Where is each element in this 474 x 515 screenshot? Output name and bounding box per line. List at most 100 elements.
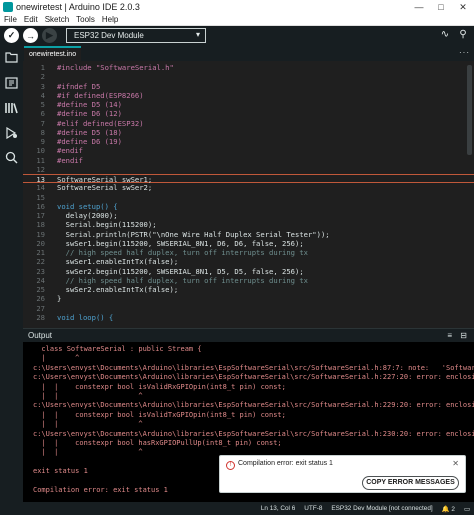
line-number: 12 bbox=[36, 164, 45, 174]
output-line: c:\Users\envyst\Documents\Arduino\librar… bbox=[33, 401, 474, 410]
code-editor[interactable]: 1 #include "SoftwareSerial.h" 2 3 #ifndef D5… bbox=[23, 61, 474, 328]
editor-scrollbar[interactable] bbox=[467, 65, 472, 155]
code-line[interactable]: 4 #if defined(ESP8266) bbox=[23, 91, 474, 100]
tab-onewiretest[interactable]: onewiretest.ino bbox=[24, 46, 82, 61]
code-text: #define D6 (19) bbox=[57, 137, 122, 146]
code-line[interactable]: 26} bbox=[23, 294, 474, 303]
serial-monitor-icon[interactable]: ⚲ bbox=[456, 28, 470, 42]
sketchbook-folder-icon[interactable] bbox=[0, 45, 23, 70]
boards-manager-icon[interactable] bbox=[0, 70, 23, 95]
code-line[interactable]: 14 SoftwareSerial swSer2; bbox=[23, 183, 474, 192]
line-number: 3 bbox=[40, 81, 45, 91]
chevron-down-icon: ▾ bbox=[195, 30, 200, 39]
code-text: delay(2000); bbox=[57, 211, 118, 220]
code-line[interactable]: 13 SoftwareSerial swSer1; bbox=[23, 174, 474, 184]
line-number: 5 bbox=[40, 100, 45, 109]
code-line[interactable]: 27 bbox=[23, 304, 474, 313]
menu-bar: File Edit Sketch Tools Help bbox=[0, 14, 474, 26]
code-line[interactable]: 15 bbox=[23, 193, 474, 202]
more-tabs-icon[interactable]: ··· bbox=[459, 48, 470, 57]
code-line[interactable]: 7 #elif defined(ESP32) bbox=[23, 119, 474, 128]
output-line: | | ^ bbox=[33, 448, 143, 457]
activity-sidebar bbox=[0, 45, 23, 502]
code-line[interactable]: 25 swSer2.enableIntTx(false); bbox=[23, 285, 474, 294]
line-number: 23 bbox=[36, 266, 45, 276]
code-line[interactable]: 16 void setup() { bbox=[23, 202, 474, 211]
code-text: #if defined(ESP8266) bbox=[57, 90, 144, 100]
close-window-button[interactable]: ✕ bbox=[452, 0, 474, 14]
debug-icon[interactable] bbox=[0, 120, 23, 145]
line-number: 8 bbox=[40, 127, 45, 137]
cursor-position: Ln 13, Col 6 bbox=[260, 505, 296, 512]
output-line: c:\Users\envyst\Documents\Arduino\librar… bbox=[33, 429, 474, 438]
upload-button[interactable]: → bbox=[23, 28, 38, 43]
close-notification-button[interactable]: ✕ bbox=[452, 459, 459, 468]
output-line: class SoftwareSerial : public Stream { bbox=[33, 345, 202, 353]
code-line[interactable]: 24 // high speed half duplex, turn off i… bbox=[23, 276, 474, 285]
line-number: 18 bbox=[36, 220, 45, 230]
code-text: #endif bbox=[57, 155, 83, 165]
code-text: // high speed half duplex, turn off inte… bbox=[57, 248, 308, 257]
code-line[interactable]: 23 swSer2.begin(115200, SWSERIAL_8N1, D5… bbox=[23, 267, 474, 276]
code-text: #ifndef D5 bbox=[57, 81, 101, 91]
code-line[interactable]: 17 delay(2000); bbox=[23, 211, 474, 220]
code-line[interactable]: 11 #endif bbox=[23, 156, 474, 165]
code-line[interactable]: 20 swSer1.begin(115200, SWSERIAL_8N1, D6… bbox=[23, 239, 474, 248]
library-manager-icon[interactable] bbox=[0, 95, 23, 120]
title-bar: onewiretest | Arduino IDE 2.0.3 — □ ✕ bbox=[0, 0, 474, 14]
line-number: 14 bbox=[36, 183, 45, 193]
minimize-button[interactable]: — bbox=[408, 0, 430, 14]
code-text: void loop() { bbox=[57, 312, 114, 322]
code-text: SoftwareSerial swSer2; bbox=[57, 183, 153, 193]
code-line[interactable]: 8 #define D5 (18) bbox=[23, 128, 474, 137]
menu-file[interactable]: File bbox=[4, 15, 17, 24]
code-line[interactable]: 19 Serial.println(PSTR("\nOne Wire Half … bbox=[23, 230, 474, 239]
code-text: #define D5 (18) bbox=[57, 127, 122, 137]
line-number: 19 bbox=[36, 229, 45, 239]
window-title: onewiretest | Arduino IDE 2.0.3 bbox=[16, 2, 140, 12]
menu-tools[interactable]: Tools bbox=[76, 15, 95, 24]
menu-help[interactable]: Help bbox=[102, 15, 118, 24]
code-line[interactable]: 12 bbox=[23, 165, 474, 174]
line-number: 24 bbox=[36, 275, 45, 285]
search-icon[interactable] bbox=[0, 145, 23, 170]
line-number: 9 bbox=[40, 137, 45, 146]
line-number: 26 bbox=[36, 294, 45, 304]
code-line[interactable]: 5 #define D5 (14) bbox=[23, 100, 474, 109]
board-status[interactable]: ESP32 Dev Module [not connected] bbox=[331, 505, 432, 512]
notification-message: Compilation error: exit status 1 bbox=[238, 460, 333, 467]
code-line[interactable]: 18 Serial.begin(115200); bbox=[23, 220, 474, 229]
notifications-bell-icon[interactable]: 🔔 2 bbox=[442, 505, 455, 513]
code-line[interactable]: 22 swSer1.enableIntTx(false); bbox=[23, 257, 474, 266]
compilation-error-notification: ! Compilation error: exit status 1 ✕ COP… bbox=[219, 455, 466, 493]
debug-button[interactable]: ▶ bbox=[42, 28, 57, 43]
code-line[interactable]: 6 #define D6 (12) bbox=[23, 109, 474, 118]
output-line: c:\Users\envyst\Documents\Arduino\librar… bbox=[33, 363, 474, 372]
line-number: 6 bbox=[40, 109, 45, 119]
code-line[interactable]: 3 #ifndef D5 bbox=[23, 82, 474, 91]
output-line: | | ^ bbox=[33, 420, 143, 429]
code-line[interactable]: 21 // high speed half duplex, turn off i… bbox=[23, 248, 474, 257]
code-line[interactable]: 1 #include "SoftwareSerial.h" bbox=[23, 63, 474, 72]
line-number: 17 bbox=[36, 211, 45, 220]
serial-plotter-icon[interactable]: ∿ bbox=[438, 28, 452, 42]
code-line[interactable]: 10 #endif bbox=[23, 146, 474, 155]
menu-sketch[interactable]: Sketch bbox=[45, 15, 69, 24]
verify-button[interactable]: ✓ bbox=[4, 28, 19, 43]
code-line[interactable]: 28 void loop() { bbox=[23, 313, 474, 322]
maximize-button[interactable]: □ bbox=[430, 0, 452, 14]
status-bar: Ln 13, Col 6 UTF-8 ESP32 Dev Module [not… bbox=[0, 502, 474, 515]
code-line[interactable]: 2 bbox=[23, 72, 474, 81]
code-line[interactable]: 9 #define D6 (19) bbox=[23, 137, 474, 146]
line-number: 11 bbox=[36, 155, 45, 165]
code-text: #include "SoftwareSerial.h" bbox=[57, 63, 174, 72]
toolbar: ✓ → ▶ ESP32 Dev Module ▾ ∿ ⚲ bbox=[0, 26, 474, 45]
copy-error-messages-button[interactable]: COPY ERROR MESSAGES bbox=[362, 476, 459, 490]
output-panel-icons[interactable]: ≡ ⊟ bbox=[447, 329, 470, 342]
menu-edit[interactable]: Edit bbox=[24, 15, 38, 24]
board-selector[interactable]: ESP32 Dev Module ▾ bbox=[66, 28, 206, 43]
toggle-panel-icon[interactable]: ▭ bbox=[464, 505, 470, 513]
board-name: ESP32 Dev Module bbox=[74, 31, 144, 40]
editor-tab-bar: onewiretest.ino ··· bbox=[23, 45, 474, 61]
line-number: 4 bbox=[40, 90, 45, 100]
